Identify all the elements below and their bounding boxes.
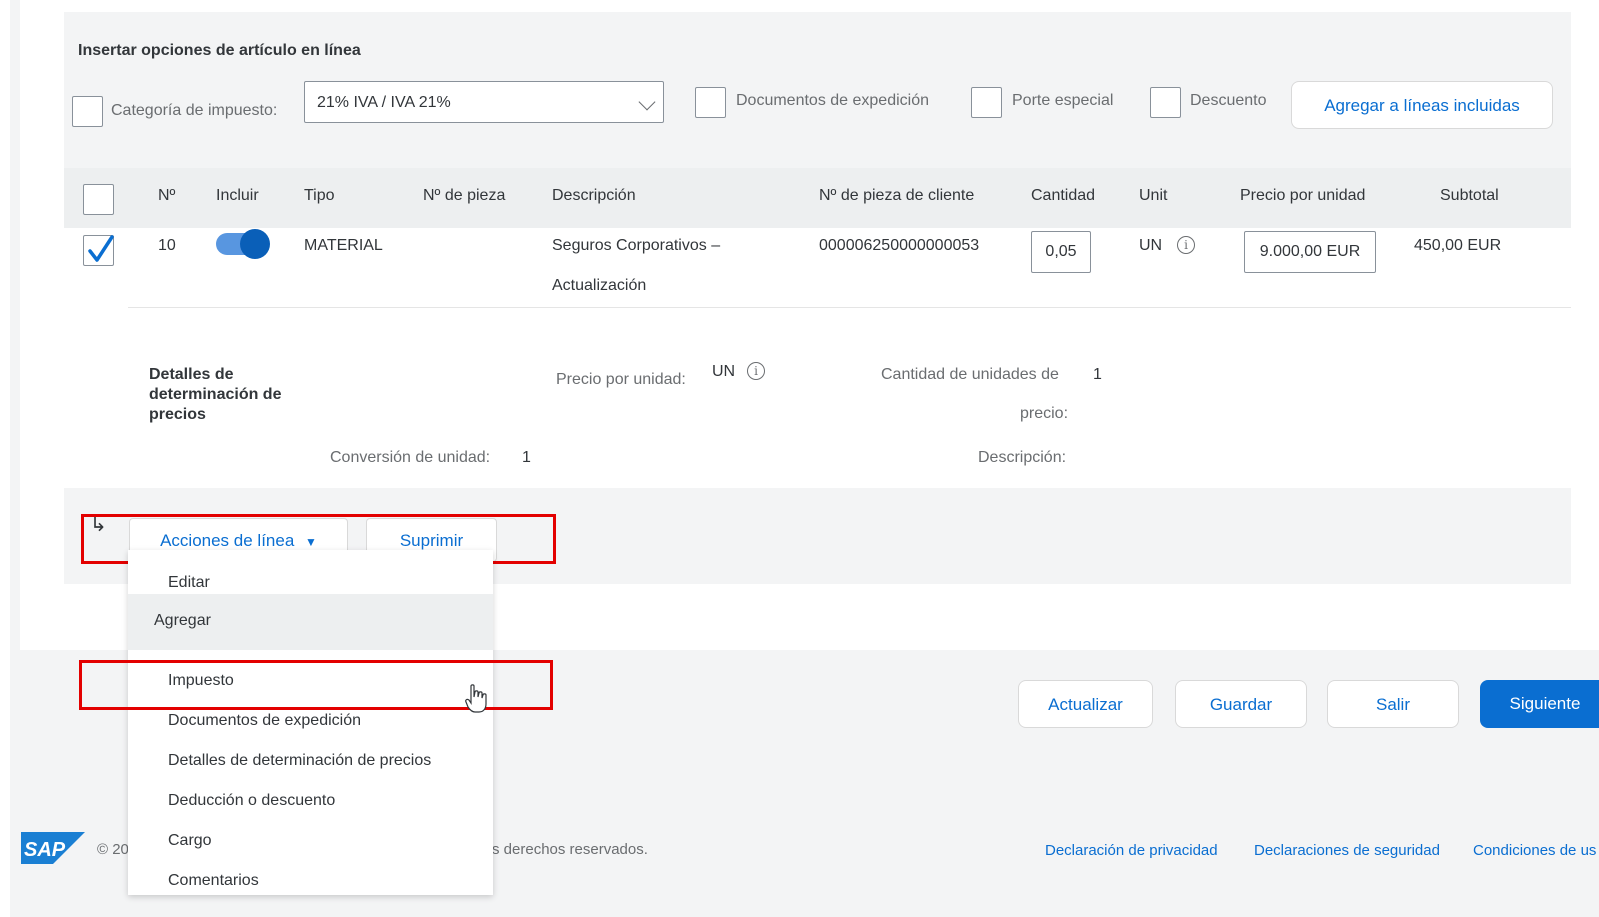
special-handling-checkbox[interactable] bbox=[971, 87, 1002, 118]
hand-cursor-icon bbox=[465, 684, 487, 719]
add-to-included-lines-button[interactable]: Agregar a líneas incluidas bbox=[1291, 81, 1553, 129]
page: Insertar opciones de artículo en línea C… bbox=[0, 0, 1599, 917]
menu-item-edit[interactable]: Editar bbox=[168, 574, 210, 592]
line-actions-menu: Editar Agregar Impuesto Documentos de ex… bbox=[128, 550, 493, 895]
menu-item-comments[interactable]: Comentarios bbox=[168, 872, 259, 890]
unit-conversion-label: Conversión de unidad: bbox=[330, 449, 491, 466]
privacy-link[interactable]: Declaración de privacidad bbox=[1045, 842, 1218, 859]
sap-logo-text: SAP bbox=[24, 839, 66, 861]
col-unit-price: Precio por unidad bbox=[1240, 187, 1366, 204]
special-handling-label: Porte especial bbox=[1012, 92, 1114, 109]
tax-category-checkbox[interactable] bbox=[72, 96, 103, 127]
inline-options-title: Insertar opciones de artículo en línea bbox=[78, 42, 361, 59]
col-description: Descripción bbox=[552, 187, 636, 204]
row-description-line2: Actualización bbox=[552, 277, 647, 294]
col-unit: Unit bbox=[1139, 187, 1168, 204]
left-strip bbox=[0, 0, 10, 917]
menu-group-add-label: Agregar bbox=[154, 612, 211, 629]
shipping-docs-label: Documentos de expedición bbox=[736, 92, 930, 109]
row-unit: UN bbox=[1139, 237, 1163, 254]
check-icon bbox=[88, 235, 114, 262]
chevron-down-icon bbox=[638, 93, 656, 111]
quantity-input[interactable]: 0,05 bbox=[1031, 231, 1091, 273]
price-units-label: Cantidad de unidades de bbox=[881, 366, 1059, 383]
menu-item-deduction[interactable]: Deducción o descuento bbox=[168, 792, 335, 810]
col-customer-part: Nº de pieza de cliente bbox=[819, 187, 975, 204]
price-units-value: 1 bbox=[1093, 366, 1102, 383]
row-customer-part: 000006250000000053 bbox=[819, 237, 980, 254]
col-subtotal: Subtotal bbox=[1440, 187, 1499, 204]
discount-label: Descuento bbox=[1190, 92, 1267, 109]
price-per-unit-value: UN bbox=[712, 363, 736, 380]
select-all-checkbox[interactable] bbox=[83, 184, 114, 215]
menu-item-charge[interactable]: Cargo bbox=[168, 832, 212, 850]
info-icon[interactable]: i bbox=[1177, 236, 1195, 254]
pricing-details-title: Detalles de determinación de precios bbox=[149, 366, 282, 423]
copyright-start: © 20 bbox=[97, 841, 129, 858]
description-label: Descripción: bbox=[978, 449, 1067, 466]
toggle-knob bbox=[240, 229, 270, 259]
unit-conversion-value: 1 bbox=[522, 449, 531, 466]
info-icon[interactable]: i bbox=[747, 362, 765, 380]
price-units-label-2: precio: bbox=[1020, 405, 1069, 422]
save-button[interactable]: Guardar bbox=[1175, 680, 1307, 728]
row-type: MATERIAL bbox=[304, 237, 383, 254]
update-button[interactable]: Actualizar bbox=[1018, 680, 1153, 728]
sap-logo: SAP bbox=[21, 832, 85, 864]
row-select-checkbox[interactable] bbox=[83, 235, 114, 266]
exit-button[interactable]: Salir bbox=[1327, 680, 1459, 728]
price-per-unit-label: Precio por unidad: bbox=[556, 371, 686, 388]
col-quantity: Cantidad bbox=[1031, 187, 1096, 204]
col-part-no: Nº de pieza bbox=[423, 187, 506, 204]
terms-link[interactable]: Condiciones de us bbox=[1473, 842, 1596, 859]
tax-category-value: 21% IVA / IVA 21% bbox=[317, 94, 451, 111]
menu-item-pricing-details[interactable]: Detalles de determinación de precios bbox=[168, 752, 431, 770]
col-include: Incluir bbox=[216, 187, 259, 204]
menu-group-add: Agregar bbox=[128, 594, 493, 650]
security-link[interactable]: Declaraciones de seguridad bbox=[1254, 842, 1440, 859]
shipping-docs-checkbox[interactable] bbox=[695, 87, 726, 118]
col-type: Tipo bbox=[304, 187, 335, 204]
col-no: Nº bbox=[158, 187, 176, 204]
unit-price-input[interactable]: 9.000,00 EUR bbox=[1244, 231, 1376, 273]
menu-item-shipping-docs[interactable]: Documentos de expedición bbox=[168, 712, 361, 730]
tax-category-label: Categoría de impuesto: bbox=[111, 102, 278, 119]
copyright-end: s derechos reservados. bbox=[492, 841, 648, 858]
row-description-line1: Seguros Corporativos – bbox=[552, 237, 721, 254]
row-no: 10 bbox=[158, 237, 176, 254]
tax-category-select[interactable]: 21% IVA / IVA 21% bbox=[304, 81, 664, 123]
discount-checkbox[interactable] bbox=[1150, 87, 1181, 118]
next-button[interactable]: Siguiente bbox=[1480, 680, 1599, 728]
include-toggle[interactable] bbox=[216, 229, 270, 259]
row-subtotal: 450,00 EUR bbox=[1414, 237, 1502, 254]
